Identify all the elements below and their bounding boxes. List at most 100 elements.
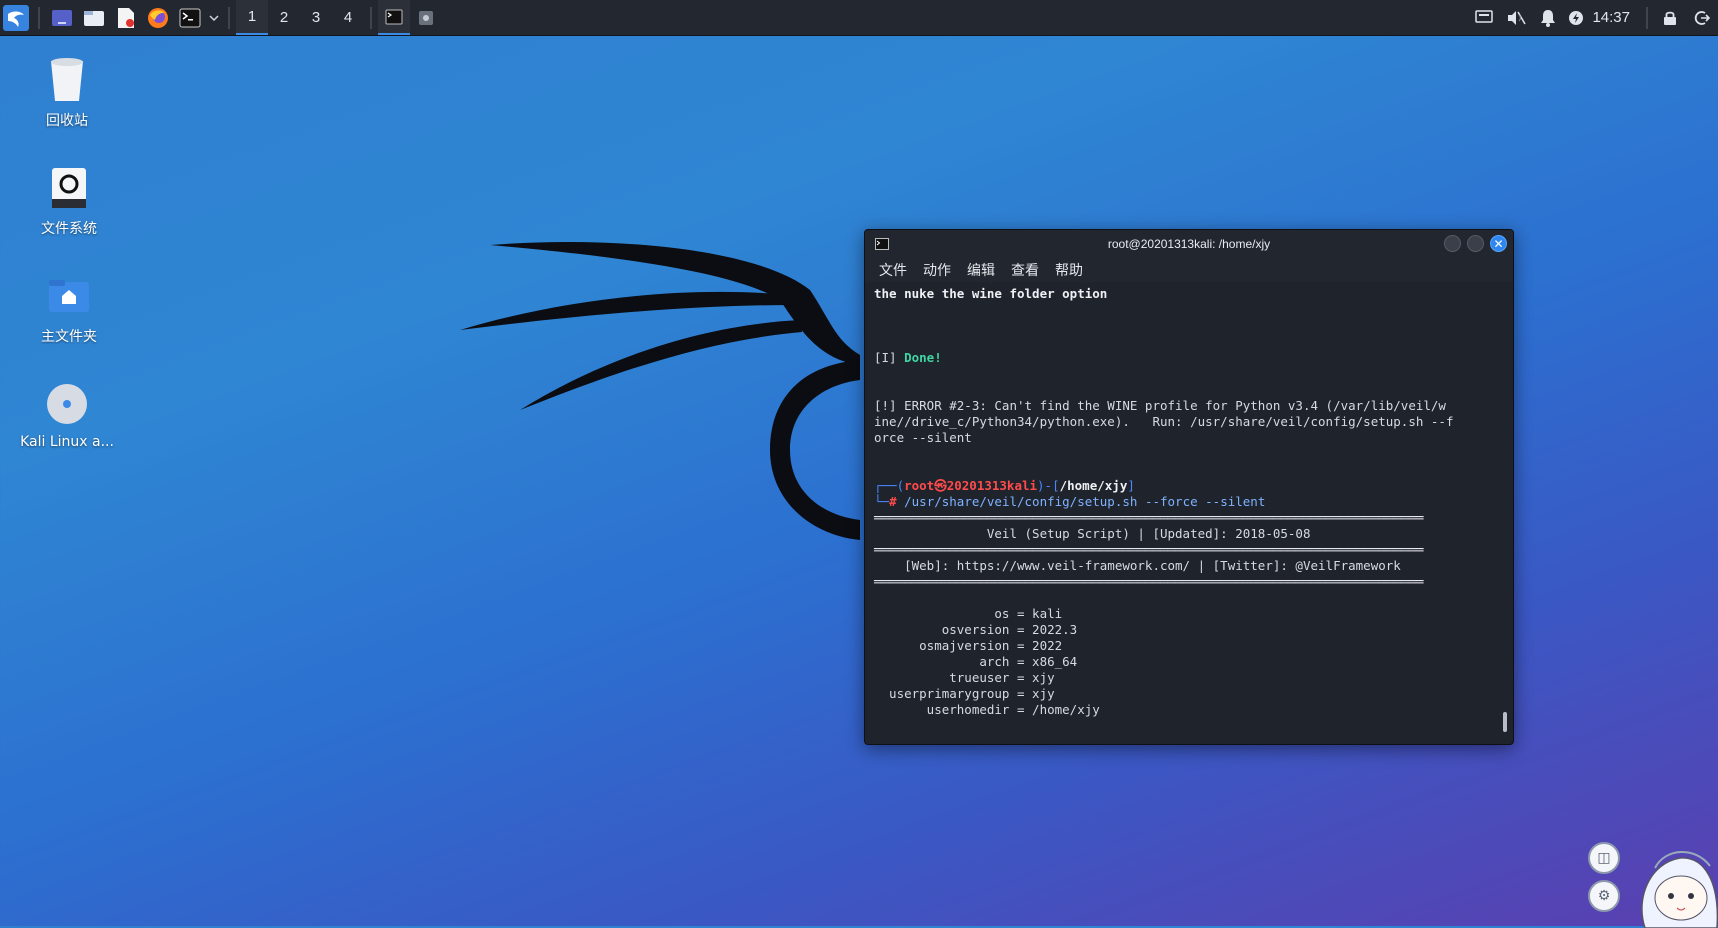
power-manager-icon: [1569, 10, 1584, 25]
prompt-mid: )-[: [1037, 478, 1060, 493]
terminal-window[interactable]: root@20201313kali: /home/xjy ✕ 文件 动作 编辑 …: [864, 229, 1514, 745]
widget-button[interactable]: ◫: [1588, 842, 1620, 874]
menu-file[interactable]: 文件: [879, 260, 907, 280]
terminal-icon: [875, 238, 889, 250]
terminal-output[interactable]: the nuke the wine folder option [I] Done…: [865, 284, 1513, 744]
text-editor-icon: [118, 7, 134, 28]
kv-line: arch = x86_64: [874, 654, 1078, 669]
widget-button[interactable]: ⚙: [1588, 880, 1620, 912]
kv-line: osmajversion = 2022: [874, 638, 1063, 653]
desktop-icon-filesystem[interactable]: 文件系统: [4, 166, 134, 238]
logout-button[interactable]: [1686, 0, 1718, 35]
folder-icon: [84, 10, 104, 26]
terminal-menubar: 文件 动作 编辑 查看 帮助: [865, 258, 1513, 282]
desktop-icon: [52, 9, 72, 26]
settings-icon: ⚙: [1597, 888, 1611, 904]
kv-line: os = kali: [874, 606, 1063, 621]
menu-view[interactable]: 查看: [1011, 260, 1039, 280]
error-line: [!] ERROR #2-3: Can't find the WINE prof…: [874, 398, 1446, 413]
system-tray: 14:37: [1468, 0, 1718, 35]
volume-muted-icon: [1508, 10, 1527, 25]
workspace-2[interactable]: 2: [268, 0, 300, 35]
prompt-hash: #: [889, 494, 897, 509]
menu-edit[interactable]: 编辑: [967, 260, 995, 280]
kv-line: trueuser = xjy: [874, 670, 1055, 685]
terminal-icon: [179, 8, 201, 27]
terminal-launcher-button[interactable]: [174, 0, 206, 35]
chat-icon: ◫: [1597, 850, 1611, 866]
menu-actions[interactable]: 动作: [923, 260, 951, 280]
menu-help[interactable]: 帮助: [1055, 260, 1083, 280]
workspace-1[interactable]: 1: [236, 0, 268, 35]
kali-menu-button[interactable]: [0, 0, 32, 35]
app-window-icon: [419, 10, 433, 25]
chevron-down-icon: [209, 14, 219, 21]
desktop-icon-label: Kali Linux a...: [20, 434, 114, 450]
maximize-button[interactable]: [1467, 235, 1484, 252]
taskbar-separator: [370, 6, 372, 29]
disc-icon: [45, 382, 89, 426]
kv-line: userhomedir = /home/xjy: [874, 702, 1100, 717]
done-prefix: [I]: [874, 350, 905, 365]
firefox-button[interactable]: [142, 0, 174, 35]
notifications-button[interactable]: [1532, 0, 1564, 35]
terminal-scrollbar[interactable]: [1503, 712, 1507, 732]
taskbar-separator: [228, 6, 230, 29]
bell-icon: [1541, 9, 1556, 27]
show-desktop-button[interactable]: [46, 0, 78, 35]
kv-line: userprimarygroup = xjy: [874, 686, 1055, 701]
rule-line: ════════════════════════════════════════…: [874, 510, 1424, 525]
prompt-line2: └─: [874, 494, 890, 509]
prompt-user: root㉿20201313kali: [904, 478, 1038, 493]
banner-line: Veil (Setup Script) | [Updated]: 2018-05…: [874, 526, 1311, 541]
taskbar-separator: [38, 6, 40, 29]
prompt-dir: /home/xjy: [1059, 478, 1128, 493]
terminal-launcher-dropdown[interactable]: [206, 0, 222, 35]
clock[interactable]: 14:37: [1592, 9, 1630, 26]
output-line: the nuke the wine folder option: [874, 286, 1108, 301]
terminal-icon: [385, 9, 403, 24]
home-folder-icon: [47, 274, 91, 318]
close-icon: ✕: [1493, 236, 1504, 251]
lock-icon: [1664, 11, 1676, 25]
logout-icon: [1694, 10, 1710, 25]
display-icon: [1475, 9, 1494, 23]
command-text: /usr/share/veil/config/setup.sh --force …: [896, 494, 1266, 509]
close-button[interactable]: ✕: [1490, 235, 1507, 252]
taskbar-separator: [1646, 6, 1648, 29]
trash-icon: [45, 58, 89, 102]
desktop-icon-kali-disc[interactable]: Kali Linux a...: [2, 382, 132, 450]
error-line: ine//drive_c/Python34/python.exe). Run: …: [874, 414, 1454, 429]
prompt-open: ┌──(: [874, 478, 905, 493]
taskbar-window-2[interactable]: [410, 0, 442, 35]
text-editor-button[interactable]: [110, 0, 142, 35]
lock-screen-button[interactable]: [1654, 0, 1686, 35]
rule-line: ════════════════════════════════════════…: [874, 574, 1424, 589]
prompt-close: ]: [1127, 478, 1135, 493]
desktop-icon-trash[interactable]: 回收站: [2, 58, 132, 130]
taskbar-terminal-window[interactable]: [378, 0, 410, 35]
file-manager-button[interactable]: [78, 0, 110, 35]
drive-icon: [47, 166, 91, 210]
workspace-4[interactable]: 4: [332, 0, 364, 35]
kv-line: osversion = 2022.3: [874, 622, 1078, 637]
minimize-button[interactable]: [1444, 235, 1461, 252]
taskbar: 1 2 3 4 14:37: [0, 0, 1718, 36]
workspace-3[interactable]: 3: [300, 0, 332, 35]
web-line: [Web]: https://www.veil-framework.com/ |…: [874, 558, 1401, 573]
desktop-icon-home[interactable]: 主文件夹: [4, 274, 134, 346]
kali-logo-icon: [3, 4, 29, 31]
error-line: orce --silent: [874, 430, 972, 445]
terminal-titlebar[interactable]: root@20201313kali: /home/xjy ✕: [865, 230, 1513, 258]
rule-line: ════════════════════════════════════════…: [874, 542, 1424, 557]
desktop-icon-label: 主文件夹: [41, 329, 97, 345]
window-title: root@20201313kali: /home/xjy: [1107, 237, 1271, 251]
power-manager-button[interactable]: [1564, 0, 1588, 35]
mascot-character[interactable]: [1625, 838, 1718, 928]
display-tray-button[interactable]: [1468, 0, 1500, 35]
firefox-icon: [148, 7, 168, 28]
done-text: Done!: [904, 350, 942, 365]
desktop-icon-label: 回收站: [46, 113, 88, 129]
volume-tray-button[interactable]: [1500, 0, 1532, 35]
desktop-icon-label: 文件系统: [41, 221, 97, 237]
